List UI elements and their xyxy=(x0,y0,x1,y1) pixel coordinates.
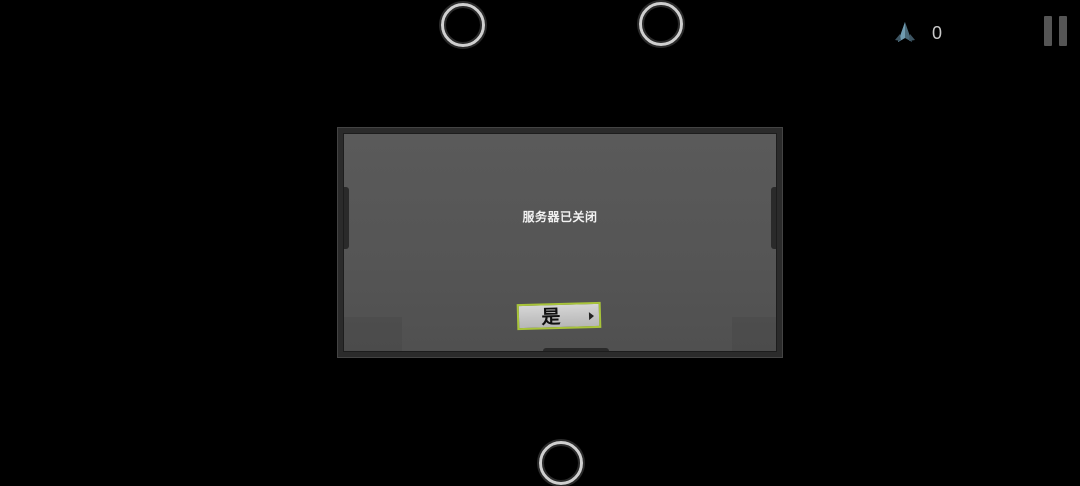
confirm-button[interactable]: 是 xyxy=(516,301,602,331)
dialog-panel: 服务器已关闭 是 xyxy=(343,133,777,352)
game-screen: 0 服务器已关闭 是 xyxy=(0,0,1080,486)
panel-shade xyxy=(732,317,776,351)
pause-icon xyxy=(1044,16,1052,46)
confirm-label: 是 xyxy=(541,305,561,329)
score-value: 0 xyxy=(932,23,943,43)
dialog-message: 服务器已关闭 xyxy=(522,210,598,224)
server-closed-dialog: 服务器已关闭 是 xyxy=(337,127,783,358)
top-left-ring-icon[interactable] xyxy=(441,3,485,47)
score-display: 0 xyxy=(892,18,942,48)
top-right-ring-icon[interactable] xyxy=(639,2,683,46)
ship-icon xyxy=(895,22,915,42)
bottom-ring-icon[interactable] xyxy=(539,441,583,485)
panel-shade xyxy=(344,317,402,351)
pause-icon-bar xyxy=(1059,16,1067,46)
arrow-right-icon xyxy=(588,312,595,321)
dialog-bottom-notch xyxy=(543,348,609,351)
pause-button[interactable] xyxy=(1044,16,1068,46)
